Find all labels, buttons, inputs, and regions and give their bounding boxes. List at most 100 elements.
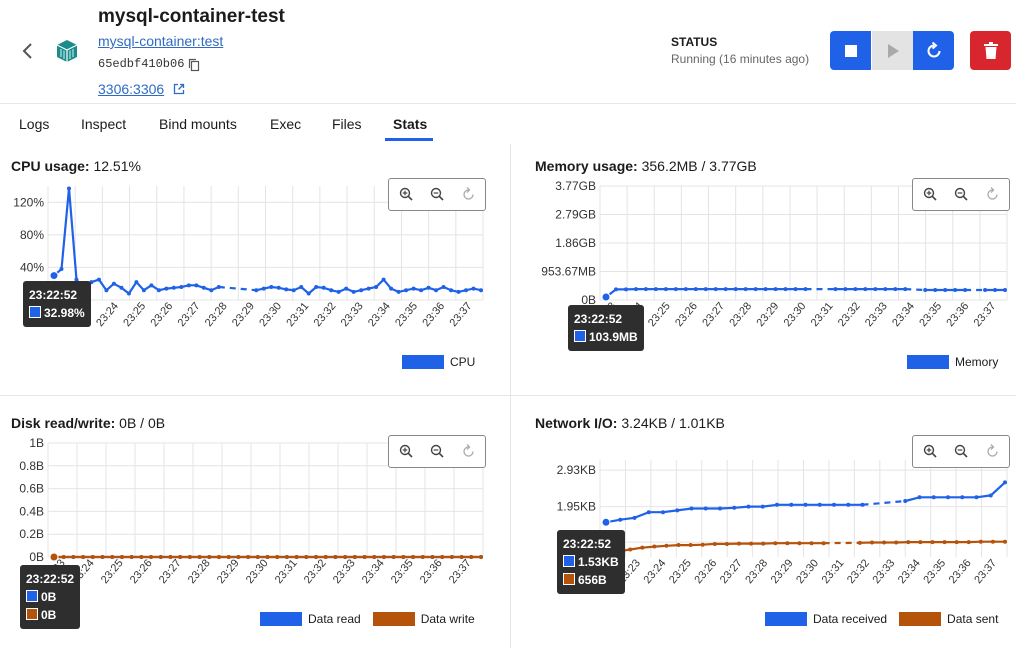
start-button[interactable] — [872, 31, 913, 70]
data-point — [713, 287, 718, 292]
data-point — [676, 543, 681, 548]
data-point — [983, 288, 988, 293]
x-tick-label: 23:27 — [157, 557, 184, 586]
series-swatch — [26, 608, 38, 620]
data-point — [753, 287, 758, 292]
memory-usage-label: Memory usage: — [535, 158, 638, 174]
data-point — [359, 288, 364, 293]
data-point — [683, 287, 688, 292]
data-point — [426, 285, 431, 290]
memory-zoom-toolbar — [912, 178, 1010, 211]
zoom-out-icon[interactable] — [954, 444, 968, 458]
data-point — [71, 555, 76, 559]
data-point — [434, 288, 439, 293]
data-point — [749, 541, 754, 546]
data-point — [760, 504, 765, 509]
data-point — [903, 499, 908, 504]
data-point — [321, 285, 326, 290]
memory-legend: Memory — [907, 355, 998, 369]
zoom-in-icon[interactable] — [923, 444, 937, 458]
zoom-out-icon[interactable] — [954, 187, 968, 201]
data-point — [236, 555, 241, 559]
data-point — [59, 267, 64, 272]
network-zoom-toolbar — [912, 435, 1010, 468]
reset-zoom-icon[interactable] — [463, 187, 474, 200]
tab-logs[interactable]: Logs — [19, 116, 49, 132]
data-point — [366, 286, 371, 291]
external-link-icon[interactable] — [173, 82, 185, 95]
play-icon — [887, 43, 899, 58]
zoom-in-icon[interactable] — [923, 187, 937, 201]
x-tick-label: 23:25 — [667, 557, 694, 586]
cpu-usage-label: CPU usage: — [11, 158, 90, 174]
tab-exec[interactable]: Exec — [270, 116, 301, 132]
data-point — [119, 285, 124, 290]
data-point — [119, 555, 124, 559]
tab-files[interactable]: Files — [332, 116, 362, 132]
legend-label: Data read — [308, 612, 361, 626]
legend-label: Data received — [813, 612, 888, 626]
x-tick-label: 23:29 — [215, 557, 242, 586]
tooltip-value: 0B — [41, 608, 57, 622]
legend-label: Data sent — [947, 612, 999, 626]
back-button[interactable] — [18, 38, 38, 64]
zoom-out-icon[interactable] — [430, 444, 444, 458]
header-divider — [0, 103, 1016, 104]
image-link[interactable]: mysql-container:test — [98, 33, 223, 49]
x-tick-label: 23:28 — [743, 557, 770, 586]
delete-button[interactable] — [970, 31, 1011, 70]
data-point — [304, 555, 309, 559]
data-point — [930, 540, 935, 545]
legend-swatch — [402, 355, 444, 369]
data-point — [664, 543, 669, 548]
reset-zoom-icon[interactable] — [463, 444, 474, 457]
tab-bind-mounts[interactable]: Bind mounts — [159, 116, 237, 132]
series-gap — [218, 285, 257, 292]
data-point — [943, 288, 948, 293]
data-point — [374, 284, 379, 289]
data-point — [201, 285, 206, 290]
tab-stats[interactable]: Stats — [393, 116, 427, 132]
network-io-title: Network I/O: 3.24KB / 1.01KB — [535, 415, 725, 431]
data-point — [809, 541, 814, 546]
cpu-legend: CPU — [402, 355, 475, 369]
series-swatch — [563, 555, 575, 567]
reset-zoom-icon[interactable] — [987, 444, 998, 457]
zoom-in-icon[interactable] — [399, 444, 413, 458]
restart-button[interactable] — [913, 31, 954, 70]
x-tick-label: 23:33 — [339, 300, 366, 329]
x-tick-label: 23:29 — [754, 300, 781, 329]
data-point — [652, 544, 657, 549]
data-point — [954, 540, 959, 545]
tab-inspect[interactable]: Inspect — [81, 116, 126, 132]
data-point — [344, 286, 349, 291]
highlight-point — [49, 271, 59, 281]
y-tick-label: 80% — [20, 228, 44, 242]
data-point — [149, 555, 154, 559]
legend-swatch — [907, 355, 949, 369]
stop-button[interactable] — [830, 31, 871, 70]
data-point — [401, 555, 406, 559]
x-tick-label: 23:30 — [782, 300, 809, 329]
data-point — [275, 555, 280, 559]
data-point — [464, 288, 469, 293]
cpu-zoom-toolbar — [388, 178, 486, 211]
port-link[interactable]: 3306:3306 — [98, 81, 164, 97]
data-point — [632, 515, 637, 520]
data-point — [149, 283, 154, 288]
copy-button[interactable] — [188, 58, 200, 72]
data-point — [833, 287, 838, 292]
x-tick-label: 23:24 — [94, 300, 121, 329]
data-point — [449, 288, 454, 293]
x-tick-label: 23:31 — [820, 557, 847, 586]
reset-zoom-icon[interactable] — [987, 187, 998, 200]
data-point — [254, 288, 259, 293]
y-tick-label: 2.93KB — [557, 463, 596, 477]
data-point — [793, 287, 798, 292]
x-tick-label: 23:27 — [718, 557, 745, 586]
zoom-out-icon[interactable] — [430, 187, 444, 201]
x-tick-label: 23:35 — [921, 557, 948, 586]
data-point — [873, 287, 878, 292]
zoom-in-icon[interactable] — [399, 187, 413, 201]
data-point — [773, 541, 778, 546]
